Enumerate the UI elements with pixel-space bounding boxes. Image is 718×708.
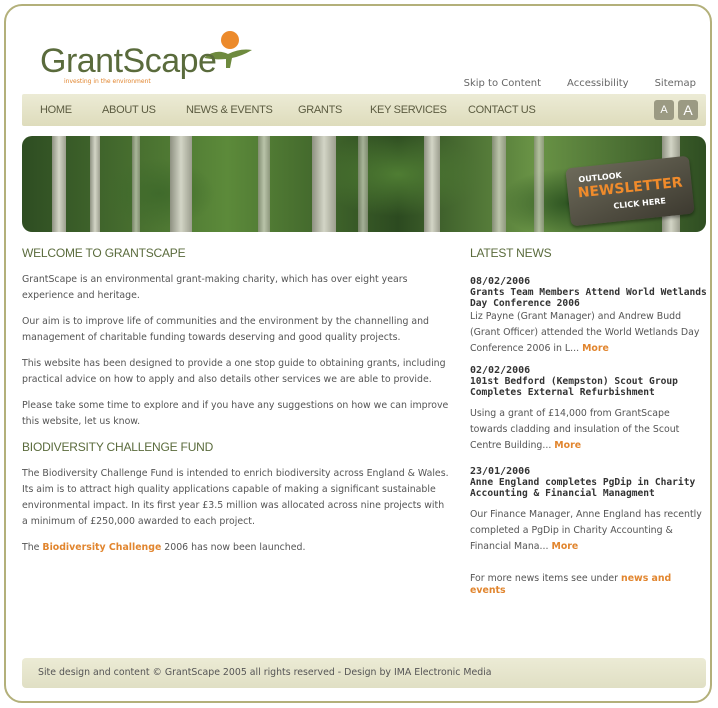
accessibility-link[interactable]: Accessibility	[567, 78, 629, 89]
more-news-note: For more news items see under news and e…	[470, 573, 710, 597]
news-date: 23/01/2006	[470, 466, 531, 477]
biodiversity-paragraph: The Biodiversity Challenge Fund is inten…	[22, 468, 449, 527]
font-size-small-button[interactable]: A	[654, 100, 674, 120]
text: The	[22, 542, 43, 553]
news-item: 08/02/2006 Grants Team Members Attend Wo…	[470, 276, 710, 357]
nav-about-us[interactable]: ABOUT US	[102, 104, 156, 116]
news-title[interactable]: Grants Team Members Attend World Wetland…	[470, 287, 710, 309]
news-date: 08/02/2006	[470, 276, 531, 287]
text: For more news items see under	[470, 573, 622, 584]
logo-tagline: investing in the environment	[64, 78, 151, 85]
nav-grants[interactable]: GRANTS	[298, 104, 342, 116]
main-nav: HOME ABOUT US NEWS & EVENTS GRANTS KEY S…	[22, 94, 706, 126]
main-content: WELCOME TO GRANTSCAPE GrantScape is an e…	[22, 246, 450, 556]
tree-trunk	[132, 136, 140, 232]
welcome-paragraph: This website has been designed to provid…	[22, 358, 446, 385]
welcome-paragraph: Our aim is to improve life of communitie…	[22, 316, 430, 343]
tree-trunk	[90, 136, 100, 232]
sitemap-link[interactable]: Sitemap	[655, 78, 696, 89]
tree-trunk	[258, 136, 270, 232]
nav-key-services[interactable]: KEY SERVICES	[370, 104, 447, 116]
news-more-link[interactable]: More	[582, 343, 609, 354]
news-more-link[interactable]: More	[554, 440, 581, 451]
tree-trunk	[424, 136, 440, 232]
biodiversity-launch-paragraph: The Biodiversity Challenge 2006 has now …	[22, 540, 450, 556]
tree-trunk	[170, 136, 192, 232]
hero-banner: OUTLOOK NEWSLETTER CLICK HERE	[22, 136, 706, 232]
biodiversity-challenge-link[interactable]: Biodiversity Challenge	[42, 542, 161, 553]
welcome-paragraph: Please take some time to explore and if …	[22, 400, 449, 427]
text: Our Finance Manager, Anne England has re…	[470, 509, 702, 552]
biodiversity-heading: BIODIVERSITY CHALLENGE FUND	[22, 440, 214, 454]
nav-contact-us[interactable]: CONTACT US	[468, 104, 536, 116]
skip-to-content-link[interactable]: Skip to Content	[464, 78, 541, 89]
news-body: Using a grant of £14,000 from GrantScape…	[470, 406, 710, 454]
tree-trunk	[492, 136, 506, 232]
tree-trunk	[534, 136, 544, 232]
footer-copyright: Site design and content © GrantScape 200…	[38, 667, 492, 678]
utility-links: Skip to Content Accessibility Sitemap	[464, 78, 696, 89]
font-size-large-button[interactable]: A	[678, 100, 698, 120]
logo-wordmark: GrantScape	[40, 42, 217, 80]
welcome-heading: WELCOME TO GRANTSCAPE	[22, 246, 186, 260]
nav-home[interactable]: HOME	[40, 104, 72, 116]
newsletter-click-label: CLICK HERE	[613, 196, 667, 211]
welcome-paragraph: GrantScape is an environmental grant-mak…	[22, 274, 408, 301]
tree-trunk	[312, 136, 336, 232]
news-item: 02/02/2006 101st Bedford (Kempston) Scou…	[470, 365, 710, 454]
latest-news-heading: LATEST NEWS	[470, 246, 552, 260]
logo[interactable]: GrantScape investing in the environment	[34, 28, 254, 88]
text: 2006 has now been launched.	[161, 542, 306, 553]
news-title[interactable]: 101st Bedford (Kempston) Scout Group Com…	[470, 376, 710, 398]
tree-trunk	[52, 136, 66, 232]
tree-trunk	[358, 136, 368, 232]
news-body: Liz Payne (Grant Manager) and Andrew Bud…	[470, 309, 710, 357]
news-title[interactable]: Anne England completes PgDip in Charity …	[470, 477, 710, 499]
news-body: Our Finance Manager, Anne England has re…	[470, 507, 710, 555]
news-item: 23/01/2006 Anne England completes PgDip …	[470, 466, 710, 555]
news-more-link[interactable]: More	[551, 541, 578, 552]
nav-news-events[interactable]: NEWS & EVENTS	[186, 104, 273, 116]
latest-news: LATEST NEWS 08/02/2006 Grants Team Membe…	[470, 246, 710, 597]
news-date: 02/02/2006	[470, 365, 531, 376]
site-footer: Site design and content © GrantScape 200…	[22, 658, 706, 688]
